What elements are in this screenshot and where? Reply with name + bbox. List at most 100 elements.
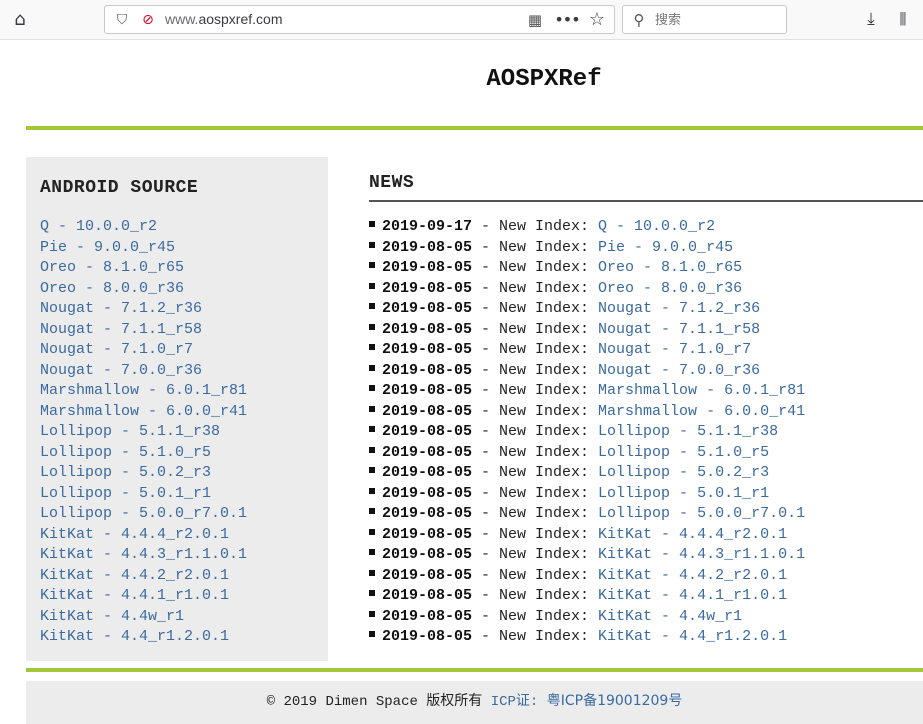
sidebar-item-link[interactable]: Lollipop - 5.0.0_r7.0.1 [40,505,247,522]
bullet-icon [369,467,375,474]
sidebar-item: Nougat - 7.1.1_r58 [40,320,314,341]
more-icon[interactable]: ••• [554,9,580,29]
news-label: - New Index: [472,361,599,379]
sidebar-item-link[interactable]: Nougat - 7.0.0_r36 [40,362,202,379]
sidebar-item: KitKat - 4.4w_r1 [40,607,314,628]
news-date: 2019-08-05 [382,423,473,440]
sidebar-item-link[interactable]: Nougat - 7.1.2_r36 [40,300,202,317]
news-item: 2019-08-05 - New Index: Nougat - 7.1.0_r… [369,340,923,361]
news-item-link[interactable]: Lollipop - 5.1.0_r5 [598,444,769,461]
bullet-icon [369,590,375,597]
news-label: - New Index: [472,423,599,440]
sidebar-item-link[interactable]: Lollipop - 5.1.1_r38 [40,423,220,440]
news-label: - New Index: [472,505,599,522]
sidebar-item-link[interactable]: Marshmallow - 6.0.1_r81 [40,382,247,399]
sidebar-item-link[interactable]: Nougat - 7.1.0_r7 [40,341,193,358]
sidebar-item-link[interactable]: KitKat - 4.4.3_r1.1.0.1 [40,546,247,563]
sidebar-item: Nougat - 7.1.2_r36 [40,299,314,320]
news-label: - New Index: [472,218,599,235]
news-item-link[interactable]: KitKat - 4.4.3_r1.1.0.1 [598,546,805,563]
footer-copyright: © 2019 Dimen Space [266,694,427,710]
news-item-link[interactable]: Nougat - 7.1.2_r36 [598,300,760,317]
news-item-link[interactable]: Nougat - 7.1.1_r58 [598,321,760,338]
sidebar-item: Oreo - 8.0.0_r36 [40,279,314,300]
sidebar-item-link[interactable]: Oreo - 8.1.0_r65 [40,259,184,276]
news-item: 2019-08-05 - New Index: Lollipop - 5.0.2… [369,463,923,484]
search-bar: ⚲ [622,5,787,34]
footer-icp-link[interactable]: ICP证: 粤ICP备19001209号 [491,693,683,710]
news-date: 2019-08-05 [382,464,473,481]
bookmark-star-icon[interactable]: ☆ [586,9,608,30]
news-item: 2019-08-05 - New Index: Lollipop - 5.0.1… [369,484,923,505]
sidebar-item-link[interactable]: KitKat - 4.4_r1.2.0.1 [40,628,229,645]
news-label: - New Index: [472,525,599,543]
shield-icon[interactable]: ⛉ [113,10,131,30]
url-text[interactable]: www.aospxref.com [165,11,283,27]
sidebar-item-link[interactable]: KitKat - 4.4w_r1 [40,608,184,625]
news-label: - New Index: [472,238,599,256]
sidebar-item-link[interactable]: Pie - 9.0.0_r45 [40,239,175,256]
search-input[interactable] [655,10,780,30]
bullet-icon [369,610,375,617]
sidebar-item-link[interactable]: Marshmallow - 6.0.0_r41 [40,403,247,420]
news-item-link[interactable]: Pie - 9.0.0_r45 [598,239,733,256]
news-date: 2019-08-05 [382,546,473,563]
sidebar-item-link[interactable]: Oreo - 8.0.0_r36 [40,280,184,297]
bullet-icon [369,282,375,289]
news-item-link[interactable]: Lollipop - 5.0.1_r1 [598,485,769,502]
news-item: 2019-08-05 - New Index: Nougat - 7.1.1_r… [369,320,923,341]
news-item: 2019-08-05 - New Index: Lollipop - 5.0.0… [369,504,923,525]
home-icon[interactable]: ⌂ [8,8,32,30]
news-item-link[interactable]: Q - 10.0.0_r2 [598,218,715,235]
sidebar-item-link[interactable]: KitKat - 4.4.2_r2.0.1 [40,567,229,584]
news-item-link[interactable]: Marshmallow - 6.0.0_r41 [598,403,805,420]
news-date: 2019-08-05 [382,505,473,522]
sidebar-item: Q - 10.0.0_r2 [40,217,314,238]
sidebar-item-link[interactable]: Q - 10.0.0_r2 [40,218,157,235]
news-item: 2019-09-17 - New Index: Q - 10.0.0_r2 [369,217,923,238]
bullet-icon [369,344,375,351]
news-item-link[interactable]: Lollipop - 5.0.0_r7.0.1 [598,505,805,522]
news-item-link[interactable]: KitKat - 4.4.1_r1.0.1 [598,587,787,604]
news-item-link[interactable]: Oreo - 8.1.0_r65 [598,259,742,276]
news-item-link[interactable]: KitKat - 4.4.4_r2.0.1 [598,526,787,543]
news-item-link[interactable]: KitKat - 4.4w_r1 [598,608,742,625]
url-domain: aospxref.com [198,11,283,27]
insecure-lock-icon[interactable]: ⊘ [139,10,157,30]
sidebar-item-link[interactable]: Lollipop - 5.1.0_r5 [40,444,211,461]
sidebar-item-link[interactable]: Lollipop - 5.0.2_r3 [40,464,211,481]
footer-rights: 版权所有 [426,693,483,709]
news-item-link[interactable]: Oreo - 8.0.0_r36 [598,280,742,297]
sidebar-item-link[interactable]: KitKat - 4.4.4_r2.0.1 [40,526,229,543]
news-item: 2019-08-05 - New Index: Nougat - 7.0.0_r… [369,361,923,382]
news-item-link[interactable]: KitKat - 4.4.2_r2.0.1 [598,567,787,584]
url-bar[interactable]: ⛉ ⊘ www.aospxref.com ▦ ••• ☆ [104,5,615,34]
qr-code-icon[interactable]: ▦ [526,11,544,29]
news-date: 2019-08-05 [382,443,473,461]
sidebar-item: KitKat - 4.4.1_r1.0.1 [40,586,314,607]
news-item: 2019-08-05 - New Index: KitKat - 4.4.3_r… [369,545,923,566]
top-divider [26,126,923,130]
library-icon[interactable]: ⫼ [892,8,914,30]
news-item-link[interactable]: Lollipop - 5.1.1_r38 [598,423,778,440]
sidebar-heading: ANDROID SOURCE [40,178,199,198]
bullet-icon [369,323,375,330]
site-title: AOSPXRef [486,66,602,93]
news-item: 2019-08-05 - New Index: KitKat - 4.4_r1.… [369,627,923,648]
news-item-link[interactable]: Nougat - 7.0.0_r36 [598,362,760,379]
news-label: - New Index: [472,628,599,645]
download-icon[interactable]: ⤓ [860,8,882,30]
bullet-icon [369,364,375,371]
news-item-link[interactable]: Marshmallow - 6.0.1_r81 [598,382,805,399]
bottom-divider [26,668,923,672]
bullet-icon [369,241,375,248]
sidebar-item: Marshmallow - 6.0.0_r41 [40,402,314,423]
sidebar-item-link[interactable]: Nougat - 7.1.1_r58 [40,321,202,338]
news-item-link[interactable]: KitKat - 4.4_r1.2.0.1 [598,628,787,645]
news-date: 2019-08-05 [382,587,473,604]
sidebar-item-link[interactable]: KitKat - 4.4.1_r1.0.1 [40,587,229,604]
news-item: 2019-08-05 - New Index: KitKat - 4.4w_r1 [369,607,923,628]
news-item-link[interactable]: Lollipop - 5.0.2_r3 [598,464,769,481]
news-item-link[interactable]: Nougat - 7.1.0_r7 [598,341,751,358]
sidebar-item-link[interactable]: Lollipop - 5.0.1_r1 [40,485,211,502]
